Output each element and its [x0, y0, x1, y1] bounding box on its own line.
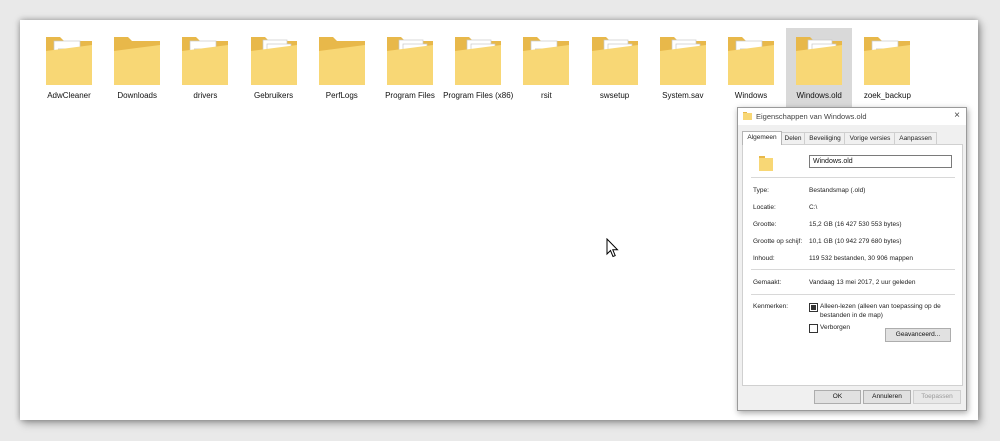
- ok-button[interactable]: OK: [814, 390, 861, 404]
- folder-label: rsit: [541, 91, 552, 100]
- size-label: Grootte:: [753, 221, 777, 228]
- folder-icon: [759, 156, 773, 171]
- contents-label: Inhoud:: [753, 255, 775, 262]
- folder-icon: [455, 37, 502, 85]
- folder-label: Downloads: [117, 91, 157, 100]
- folder-icon: [250, 37, 297, 85]
- dialog-title: Eigenschappen van Windows.old: [756, 112, 867, 121]
- folder-label: zoek_backup: [863, 91, 911, 100]
- folder-label: PerfLogs: [325, 91, 358, 100]
- mouse-cursor-icon: [606, 238, 619, 258]
- folder-icon: [591, 37, 638, 85]
- folder-icon: [387, 37, 433, 85]
- folder-icon: [523, 37, 570, 85]
- tab-delen[interactable]: Delen: [780, 132, 806, 144]
- disk-size-label: Grootte op schijf:: [753, 238, 803, 245]
- attributes-label: Kenmerken:: [753, 303, 789, 310]
- created-value: Vandaag 13 mei 2017, 2 uur geleden: [809, 279, 916, 286]
- folder-item[interactable]: Program Files: [377, 28, 443, 118]
- folder-item[interactable]: drivers: [172, 28, 238, 118]
- folder-label: System.sav: [662, 91, 704, 100]
- location-label: Locatie:: [753, 204, 776, 211]
- folder-item[interactable]: AdwCleaner: [36, 28, 102, 118]
- folder-item[interactable]: rsit: [513, 28, 579, 118]
- type-value: Bestandsmap (.old): [809, 187, 866, 194]
- folder-label: AdwCleaner: [47, 91, 91, 100]
- general-tab-panel: Windows.old Type: Bestandsmap (.old) Loc…: [742, 144, 963, 386]
- folder-label: Gebruikers: [254, 91, 294, 100]
- cancel-button[interactable]: Annuleren: [863, 390, 911, 404]
- divider: [751, 177, 955, 178]
- close-icon[interactable]: ×: [954, 110, 960, 121]
- folder-item[interactable]: Gebruikers: [241, 28, 307, 118]
- folder-icon: [318, 37, 365, 85]
- tab-algemeen[interactable]: Algemeen: [742, 131, 782, 145]
- folder-item[interactable]: Windows.old: [786, 28, 853, 118]
- folder-icon: [796, 37, 843, 85]
- folder-item[interactable]: Windows: [718, 28, 784, 118]
- folder-name-field[interactable]: Windows.old: [809, 155, 952, 168]
- folder-item[interactable]: PerfLogs: [309, 28, 375, 118]
- folder-item[interactable]: System.sav: [650, 28, 716, 118]
- folder-label: swsetup: [599, 91, 630, 100]
- readonly-label: Alleen-lezen (alleen van toepassing op d…: [820, 303, 941, 319]
- tab-beveiliging[interactable]: Beveiliging: [804, 132, 846, 144]
- folder-icon: [659, 37, 706, 85]
- divider: [751, 294, 955, 295]
- folder-icon: [46, 37, 92, 85]
- dialog-titlebar[interactable]: Eigenschappen van Windows.old ×: [738, 108, 966, 125]
- divider: [751, 269, 955, 270]
- folder-icon: [728, 37, 774, 85]
- folder-item[interactable]: swsetup: [582, 28, 648, 118]
- size-value: 15,2 GB (16 427 530 553 bytes): [809, 221, 902, 228]
- tab-aanpassen[interactable]: Aanpassen: [894, 132, 937, 144]
- created-label: Gemaakt:: [753, 279, 782, 286]
- readonly-checkbox[interactable]: [809, 303, 818, 312]
- location-value: C:\: [809, 204, 818, 211]
- tab-vorige-versies[interactable]: Vorige versies: [844, 132, 896, 144]
- folder-label: Windows: [734, 91, 768, 100]
- folder-icon: [864, 37, 911, 85]
- folder-item[interactable]: zoek_backup: [854, 28, 920, 118]
- type-label: Type:: [753, 187, 769, 194]
- apply-button[interactable]: Toepassen: [913, 390, 961, 404]
- folder-item[interactable]: Downloads: [104, 28, 170, 118]
- folder-item[interactable]: Program Files (x86): [443, 28, 513, 118]
- folder-icon: [743, 112, 752, 120]
- hidden-checkbox[interactable]: [809, 324, 818, 333]
- folder-label: drivers: [193, 91, 218, 100]
- folder-label: Program Files: [385, 91, 435, 100]
- folder-label: Program Files (x86): [443, 91, 514, 100]
- properties-dialog: Eigenschappen van Windows.old × Algemeen…: [737, 107, 967, 411]
- disk-size-value: 10,1 GB (10 942 279 680 bytes): [809, 238, 902, 245]
- contents-value: 119 532 bestanden, 30 906 mappen: [809, 255, 913, 262]
- folder-icon: [114, 37, 161, 85]
- folder-label: Windows.old: [796, 91, 842, 100]
- advanced-button[interactable]: Geavanceerd...: [885, 328, 951, 342]
- folder-icon: [182, 37, 229, 85]
- hidden-label: Verborgen: [820, 324, 850, 331]
